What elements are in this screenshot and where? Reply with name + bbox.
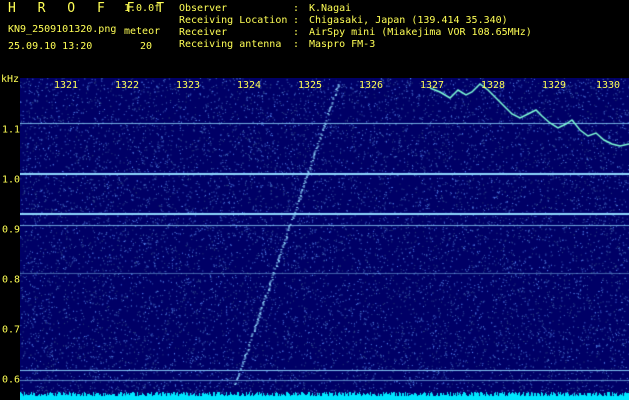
y-tick-label: 0.8	[2, 274, 21, 286]
x-tick-label: 1323	[175, 80, 201, 91]
spectrogram-plot	[20, 78, 629, 400]
info-colon: :	[293, 15, 300, 26]
info-key: Observer	[179, 3, 228, 14]
x-tick-label: 1324	[236, 80, 262, 91]
x-tick-label: 1328	[480, 80, 506, 91]
info-colon: :	[293, 27, 300, 38]
y-tick-label: 0.6	[2, 374, 21, 386]
info-value: K.Nagai	[309, 3, 352, 14]
x-tick-label: 1325	[297, 80, 323, 91]
info-colon: :	[293, 39, 300, 50]
y-tick-label: 0.9	[2, 224, 21, 236]
x-tick-label: 1322	[114, 80, 140, 91]
capture-datetime: 25.09.10 13:20	[8, 41, 93, 52]
file-name: KN9_2509101320.png	[8, 24, 117, 35]
header-panel: H R O F F T 1.0.0f KN9_2509101320.png 25…	[0, 0, 629, 78]
version-label: 1.0.0f	[124, 3, 161, 14]
y-tick-label: 1.1	[2, 124, 21, 136]
info-value: AirSpy mini (Miakejima VOR 108.65MHz)	[309, 27, 532, 38]
info-value: Maspro FM-3	[309, 39, 376, 50]
x-tick-label: 1326	[358, 80, 384, 91]
y-tick-label: 1.0	[2, 174, 21, 186]
x-tick-label: 1329	[541, 80, 567, 91]
x-tick-label: 1330	[595, 80, 621, 91]
info-key: Receiver	[179, 27, 228, 38]
mode-value: 20	[140, 41, 153, 52]
y-tick-label: 0.7	[2, 324, 21, 336]
info-colon: :	[293, 3, 300, 14]
x-tick-label: 1321	[53, 80, 79, 91]
mode-label: meteor	[124, 26, 161, 37]
info-key: Receiving Location	[179, 15, 288, 26]
y-axis-unit: kHz	[1, 74, 20, 85]
info-row-observer: Observer: K.Nagai	[179, 3, 351, 14]
info-row-receiver: Receiver: AirSpy mini (Miakejima VOR 108.…	[179, 27, 532, 38]
x-tick-label: 1327	[419, 80, 445, 91]
info-row-antenna: Receiving antenna: Maspro FM-3	[179, 39, 375, 50]
info-row-location: Receiving Location: Chigasaki, Japan (139…	[179, 15, 508, 26]
info-key: Receiving antenna	[179, 39, 282, 50]
info-value: Chigasaki, Japan (139.414 35.340)	[309, 15, 508, 26]
